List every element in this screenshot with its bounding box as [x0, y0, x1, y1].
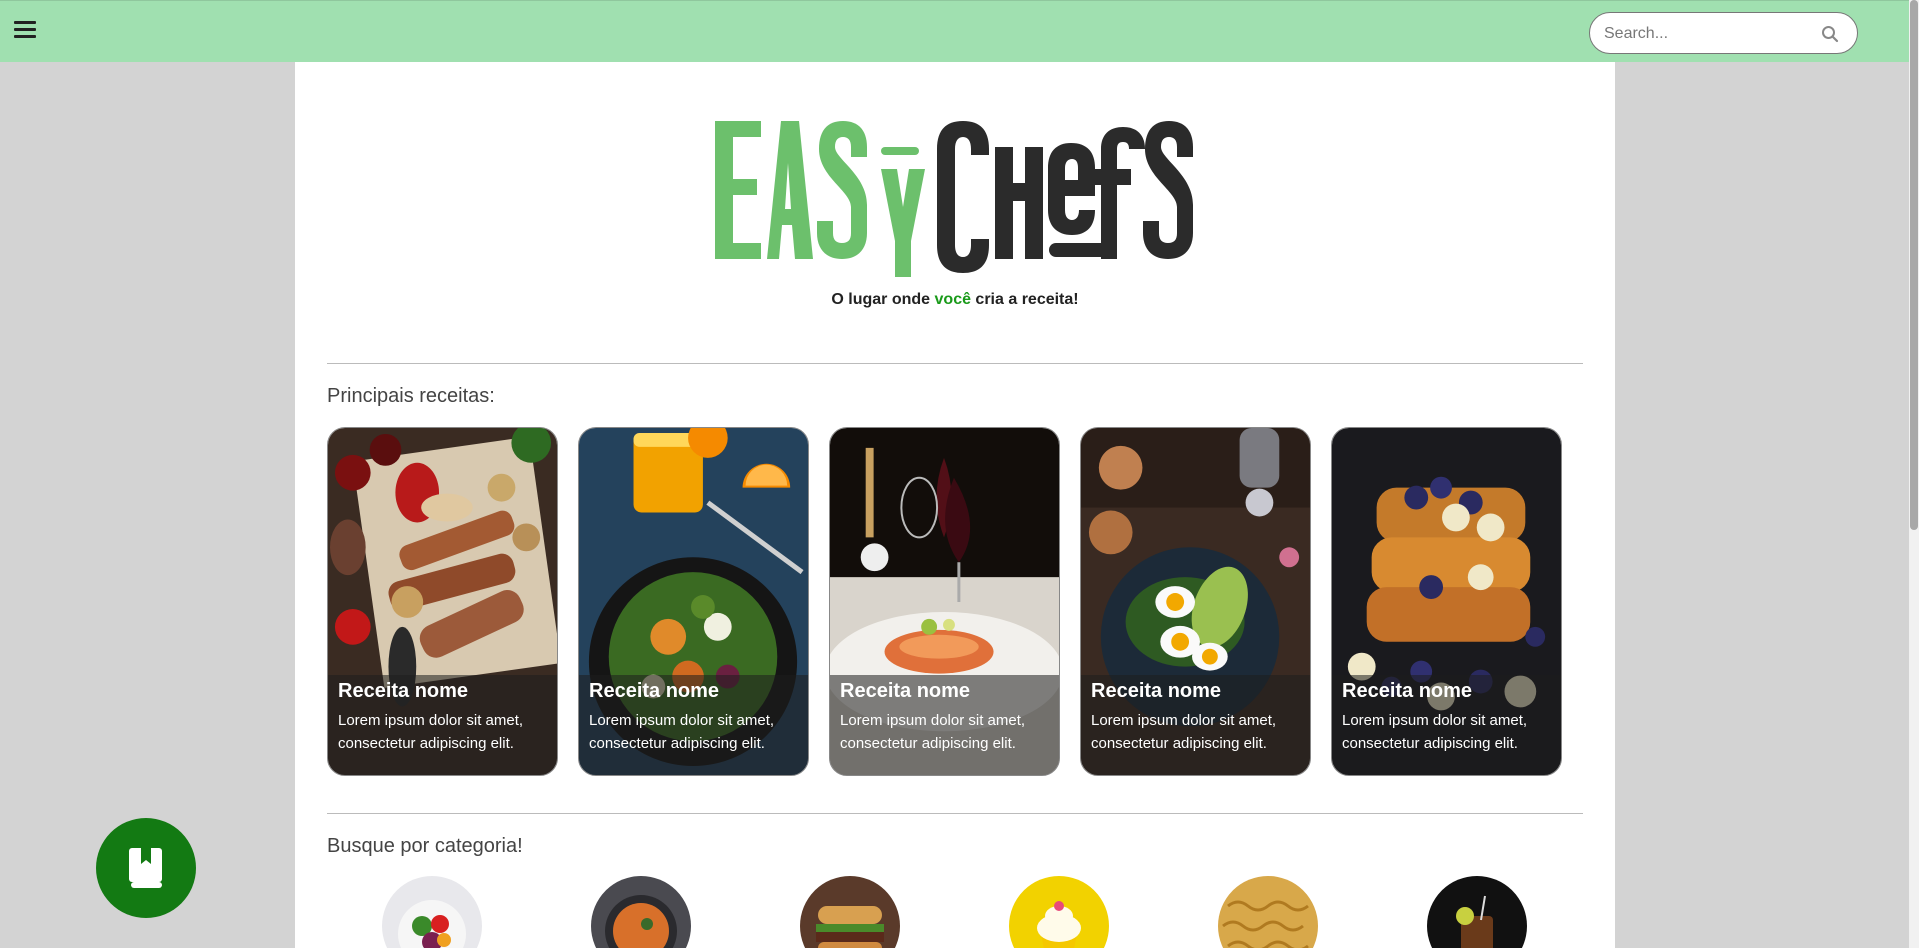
tagline: O lugar onde você cria a receita!: [295, 291, 1615, 309]
recipe-card-title: Receita nome: [1091, 680, 1222, 702]
top-recipes-title: Principais receitas:: [327, 385, 495, 407]
section-divider: [327, 363, 1583, 364]
tagline-after: cria a receita!: [970, 291, 1079, 308]
recipe-book-icon: [129, 848, 162, 888]
search-icon[interactable]: [1821, 25, 1839, 43]
hamburger-menu-icon[interactable]: [12, 17, 38, 45]
recipe-card-description: Lorem ipsum dolor sit amet, consectetur …: [840, 712, 1026, 752]
category-row: [327, 876, 1583, 948]
recipe-card-description: Lorem ipsum dolor sit amet, consectetur …: [338, 712, 524, 752]
tagline-accent: você: [934, 291, 971, 308]
recipe-card-title: Receita nome: [589, 680, 720, 702]
recipe-card[interactable]: Receita nome Lorem ipsum dolor sit amet,…: [327, 427, 558, 776]
recipe-card-title: Receita nome: [338, 680, 469, 702]
recipe-book-button[interactable]: [96, 818, 196, 918]
category-soup[interactable]: [591, 876, 691, 948]
category-drinks[interactable]: [1427, 876, 1527, 948]
recipe-card-title: Receita nome: [1342, 680, 1473, 702]
top-navbar: [0, 0, 1909, 62]
recipe-card[interactable]: Receita nome Lorem ipsum dolor sit amet,…: [829, 427, 1060, 776]
search-input[interactable]: [1604, 22, 1814, 46]
recipe-card-description: Lorem ipsum dolor sit amet, consectetur …: [1091, 712, 1277, 752]
recipe-card[interactable]: Receita nome Lorem ipsum dolor sit amet,…: [578, 427, 809, 776]
tagline-before: O lugar onde: [831, 291, 935, 308]
easy-chefs-logo: [715, 121, 1193, 277]
section-divider: [327, 813, 1583, 814]
recipe-card[interactable]: Receita nome Lorem ipsum dolor sit amet,…: [1080, 427, 1311, 776]
category-salad[interactable]: [382, 876, 482, 948]
recipe-card-description: Lorem ipsum dolor sit amet, consectetur …: [589, 712, 775, 752]
recipe-card-title: Receita nome: [840, 680, 971, 702]
category-pasta[interactable]: [1218, 876, 1318, 948]
scrollbar-thumb[interactable]: [1910, 0, 1918, 530]
category-burger[interactable]: [800, 876, 900, 948]
recipe-card-row: Receita nome Lorem ipsum dolor sit amet,…: [327, 427, 1583, 777]
recipe-card[interactable]: Receita nome Lorem ipsum dolor sit amet,…: [1331, 427, 1562, 776]
main-content: O lugar onde você cria a receita! Princi…: [295, 62, 1615, 948]
page-scrollbar[interactable]: [1909, 0, 1919, 948]
category-dessert[interactable]: [1009, 876, 1109, 948]
recipe-card-description: Lorem ipsum dolor sit amet, consectetur …: [1342, 712, 1528, 752]
search-box[interactable]: [1589, 12, 1858, 54]
categories-title: Busque por categoria!: [327, 835, 523, 857]
